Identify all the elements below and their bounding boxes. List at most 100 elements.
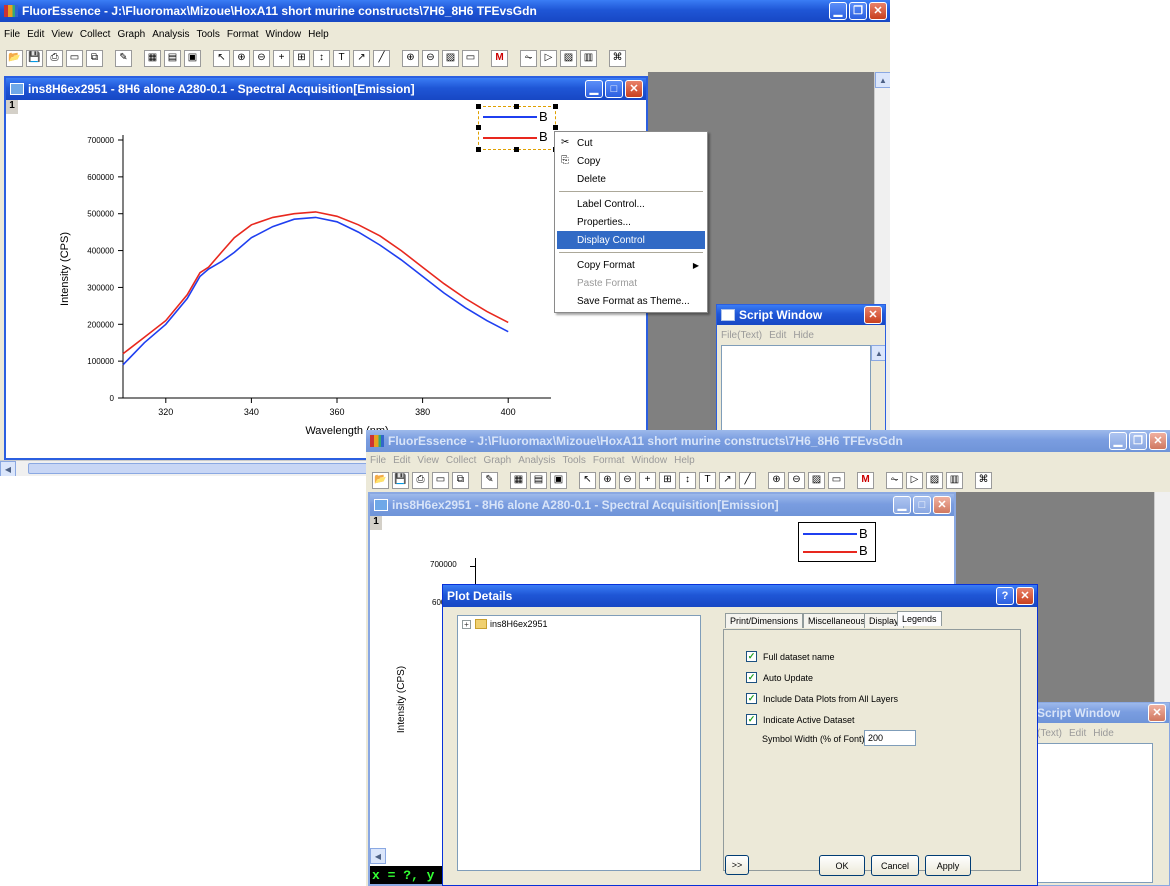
pointer-icon[interactable]: ↖ [213, 49, 230, 67]
text-tool-icon[interactable]: T [333, 49, 350, 67]
selection-handle[interactable] [514, 147, 519, 152]
menu-format[interactable]: Format [593, 455, 625, 466]
menu-analysis[interactable]: Analysis [518, 455, 555, 466]
dialog-close-button[interactable]: ✕ [1016, 587, 1034, 605]
menu-graph[interactable]: Graph [117, 29, 145, 40]
menu-help[interactable]: Help [674, 455, 695, 466]
close-button-front[interactable]: ✕ [1149, 432, 1167, 450]
layout-icon[interactable]: ▣ [550, 471, 567, 489]
text-tool-icon[interactable]: T [699, 471, 716, 489]
menu-edit[interactable]: Edit [27, 29, 44, 40]
script-title-bar[interactable]: Script Window ✕ [717, 305, 885, 325]
script-text-area-front[interactable] [1037, 743, 1153, 883]
script-title-bar-front[interactable]: Script Window ✕ [1033, 703, 1169, 723]
copy-page-icon[interactable]: ▭ [432, 471, 449, 489]
rescale-icon[interactable]: ⊕ [768, 471, 785, 489]
menu-item-copy[interactable]: ⎘ Copy [557, 152, 705, 170]
minimize-button-front[interactable]: ▁ [1109, 432, 1127, 450]
menu-edit[interactable]: Edit [393, 455, 410, 466]
menu-analysis[interactable]: Analysis [152, 29, 189, 40]
zoom-whole-icon[interactable]: ⊖ [422, 49, 439, 67]
more-button[interactable]: >> [725, 855, 749, 875]
checkbox-include-all-layers[interactable]: ✓ Include Data Plots from All Layers [746, 693, 898, 704]
spectra-icon[interactable]: ⏦ [520, 49, 537, 67]
close-button[interactable]: ✕ [869, 2, 887, 20]
menu-file[interactable]: File [370, 455, 386, 466]
edit-sheet-icon[interactable]: ▤ [530, 471, 547, 489]
dataset-tree[interactable]: + ins8H6ex2951 [457, 615, 701, 871]
selection-handle[interactable] [476, 147, 481, 152]
custom-icon[interactable]: ⌘ [609, 49, 626, 67]
notes-icon[interactable]: ✎ [115, 49, 132, 67]
menu-item-delete[interactable]: Delete [557, 170, 705, 188]
menu-tools[interactable]: Tools [562, 455, 585, 466]
zoom-in-icon[interactable]: ⊕ [233, 49, 250, 67]
graph-title-bar-front[interactable]: ins8H6ex2951 - 8H6 alone A280-0.1 - Spec… [370, 494, 954, 516]
chart-icon[interactable]: ▥ [946, 471, 963, 489]
menu-item-properties[interactable]: Properties... [557, 213, 705, 231]
menu-window[interactable]: Window [632, 455, 668, 466]
chart-icon[interactable]: ▥ [580, 49, 597, 67]
expand-icon[interactable]: + [462, 620, 471, 629]
arrow-tool-icon[interactable]: ↗ [719, 471, 736, 489]
ok-button[interactable]: OK [819, 855, 865, 876]
instrument-icon[interactable]: M [857, 471, 874, 489]
layer-indicator-front[interactable]: 1 [370, 516, 382, 530]
tree-item-dataset[interactable]: ins8H6ex2951 [490, 619, 548, 629]
graph-maximize-button[interactable]: □ [605, 80, 623, 98]
script-menu-edit[interactable]: Edit [769, 330, 786, 341]
script-menu-file[interactable]: (Text) [1037, 728, 1062, 739]
run-icon[interactable]: ▷ [906, 471, 923, 489]
menu-window[interactable]: Window [266, 29, 302, 40]
zoom-in-icon[interactable]: ⊕ [599, 471, 616, 489]
script-menu-hide[interactable]: Hide [1093, 728, 1114, 739]
layout-icon[interactable]: ▣ [184, 49, 201, 67]
arrow-tool-icon[interactable]: ↗ [353, 49, 370, 67]
worksheet-icon[interactable]: ▦ [510, 471, 527, 489]
spectra-icon[interactable]: ⏦ [886, 471, 903, 489]
menu-collect[interactable]: Collect [446, 455, 477, 466]
restore-button-front[interactable]: ❐ [1129, 432, 1147, 450]
run-icon[interactable]: ▷ [540, 49, 557, 67]
save-icon[interactable]: 💾 [392, 471, 409, 489]
legend-box[interactable]: B B [476, 104, 558, 152]
zoom-whole-icon[interactable]: ⊖ [788, 471, 805, 489]
script-scroll-up-icon[interactable]: ▲ [871, 345, 885, 361]
image-icon[interactable]: ▨ [926, 471, 943, 489]
data-reader-icon[interactable]: + [273, 49, 290, 67]
graph-close-button[interactable]: ✕ [625, 80, 643, 98]
minimize-button[interactable]: ▁ [829, 2, 847, 20]
rescale-icon[interactable]: ⊕ [402, 49, 419, 67]
menu-tools[interactable]: Tools [196, 29, 219, 40]
graph-minimize-button[interactable]: ▁ [585, 80, 603, 98]
zoom-out-icon[interactable]: ⊖ [619, 471, 636, 489]
script-menu-file[interactable]: File(Text) [721, 330, 762, 341]
script-menu-hide[interactable]: Hide [793, 330, 814, 341]
menu-view[interactable]: View [51, 29, 73, 40]
graph-minimize-button-front[interactable]: ▁ [893, 496, 911, 514]
menu-view[interactable]: View [417, 455, 439, 466]
data-select-icon[interactable]: ⊞ [659, 471, 676, 489]
tab-legends[interactable]: Legends [897, 611, 942, 626]
edit-sheet-icon[interactable]: ▤ [164, 49, 181, 67]
app-title-bar-front[interactable]: FluorEssence - J:\Fluoromax\Mizoue\HoxA1… [366, 430, 1170, 452]
scroll-up-icon[interactable]: ▲ [875, 72, 890, 88]
export-icon[interactable]: ⧉ [452, 471, 469, 489]
selection-handle[interactable] [553, 125, 558, 130]
menu-file[interactable]: File [4, 29, 20, 40]
help-button[interactable]: ? [996, 587, 1014, 605]
selection-handle[interactable] [514, 104, 519, 109]
scroll-left-icon[interactable]: ◀ [0, 461, 16, 476]
data-select-icon[interactable]: ⊞ [293, 49, 310, 67]
menu-format[interactable]: Format [227, 29, 259, 40]
graph-close-button-front[interactable]: ✕ [933, 496, 951, 514]
menu-help[interactable]: Help [308, 29, 329, 40]
data-reader-icon[interactable]: + [639, 471, 656, 489]
data-window-icon[interactable]: ▭ [828, 471, 845, 489]
image-icon[interactable]: ▨ [560, 49, 577, 67]
print-icon[interactable]: ⎙ [412, 471, 429, 489]
mask-icon[interactable]: ↕ [313, 49, 330, 67]
worksheet-icon[interactable]: ▦ [144, 49, 161, 67]
apply-button[interactable]: Apply [925, 855, 971, 876]
notes-icon[interactable]: ✎ [481, 471, 498, 489]
